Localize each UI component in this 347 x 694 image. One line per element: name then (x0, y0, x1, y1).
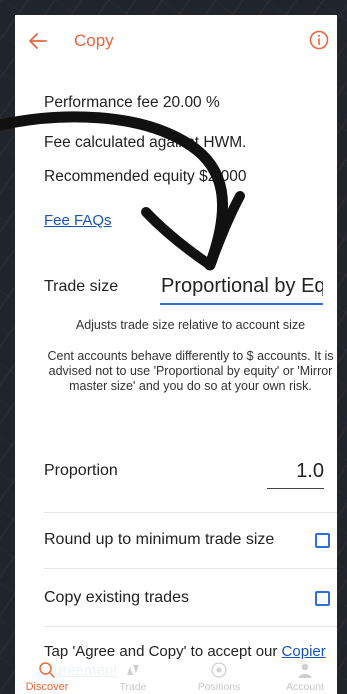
nav-item-discover[interactable]: Discover (15, 661, 79, 694)
app-screen: Copy Performance fee 20.00 % Fee calcula… (15, 15, 337, 694)
round-up-checkbox[interactable] (315, 533, 330, 548)
nav-item-positions[interactable]: Positions (187, 661, 251, 694)
info-circle-icon[interactable] (308, 29, 330, 51)
nav-item-trade[interactable]: Trade (101, 661, 165, 694)
target-icon (211, 662, 227, 678)
divider (44, 626, 337, 627)
trade-size-select[interactable]: Proportional by Equity (160, 269, 323, 305)
nav-label-discover: Discover (25, 681, 69, 693)
chart-icon (127, 665, 139, 675)
nav-item-account[interactable]: Account (273, 661, 337, 694)
proportion-input[interactable]: 1.0 (267, 455, 324, 489)
divider (44, 512, 337, 513)
copy-existing-label: Copy existing trades (44, 589, 189, 606)
performance-fee-text: Performance fee 20.00 % (44, 94, 220, 111)
cent-accounts-warning: Cent accounts behave differently to $ ac… (47, 349, 334, 393)
recommended-equity-text: Recommended equity $2,000 (44, 168, 247, 185)
trade-size-value: Proportional by Equity (161, 275, 323, 297)
round-up-label: Round up to minimum trade size (44, 531, 275, 548)
page-title: Copy (74, 31, 114, 50)
hwm-text: Fee calculated against HWM. (44, 134, 247, 151)
bottom-nav: Discover Trade Positions Account (15, 661, 337, 694)
arrow-left-icon[interactable] (27, 30, 49, 52)
trade-size-description: Adjusts trade size relative to account s… (75, 318, 306, 332)
app-bar: Copy (15, 15, 337, 67)
search-icon (39, 662, 55, 678)
copy-existing-checkbox[interactable] (315, 591, 330, 606)
nav-label-account: Account (286, 681, 324, 693)
fee-faqs-link[interactable]: Fee FAQs (44, 212, 112, 229)
nav-label-positions: Positions (197, 681, 241, 693)
trade-size-label: Trade size (44, 278, 119, 295)
agreement-prefix: Tap 'Agree and Copy' to accept our (44, 643, 282, 660)
divider (44, 568, 337, 569)
proportion-label: Proportion (44, 462, 118, 479)
nav-label-trade: Trade (119, 681, 147, 693)
user-icon (298, 663, 312, 678)
